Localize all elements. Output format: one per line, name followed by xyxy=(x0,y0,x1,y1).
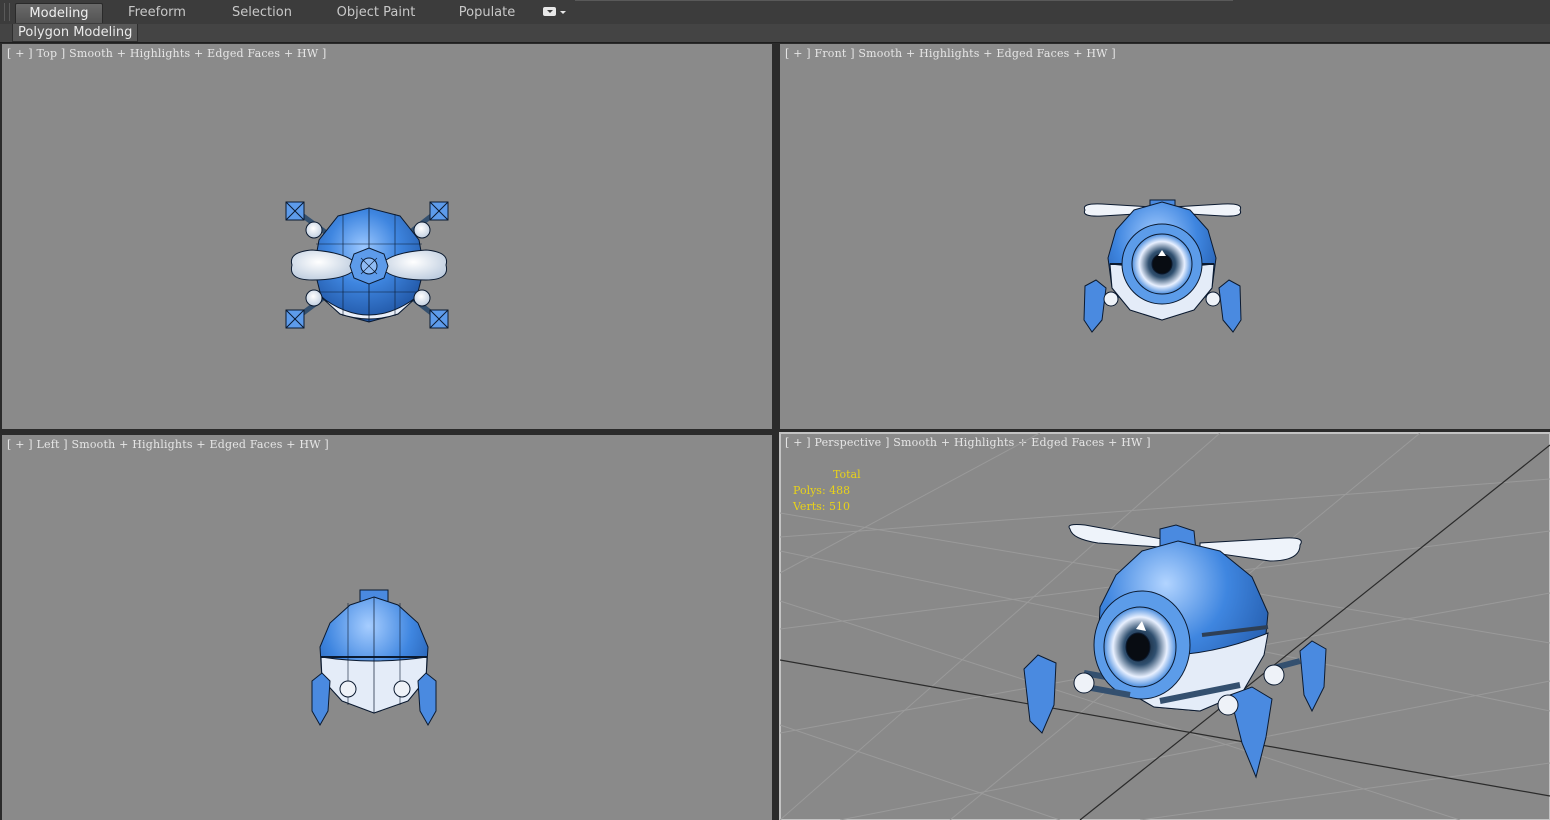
model-left-view xyxy=(311,589,437,727)
viewport-perspective[interactable]: [ + ] Perspective ] Smooth + Highlights … xyxy=(779,432,1550,820)
tab-modeling[interactable]: Modeling xyxy=(15,3,103,23)
ribbon-tab-bar: Modeling Freeform Selection Object Paint… xyxy=(0,0,1550,25)
tab-populate[interactable]: Populate xyxy=(450,3,524,22)
viewport-front[interactable]: [ + ] Front ] Smooth + Highlights + Edge… xyxy=(780,44,1550,429)
tab-freeform[interactable]: Freeform xyxy=(118,3,196,22)
viewport-left[interactable]: [ + ] Left ] Smooth + Highlights + Edged… xyxy=(2,435,772,820)
robot-model xyxy=(1023,524,1327,779)
viewport-top[interactable]: [ + ] Top ] Smooth + Highlights + Edged … xyxy=(2,44,772,429)
perspective-scene xyxy=(780,433,1550,820)
panel-polygon-modeling[interactable]: Polygon Modeling xyxy=(12,24,139,42)
ribbon-grip-handle[interactable] xyxy=(4,3,10,21)
model-front-view xyxy=(1083,199,1242,333)
tab-object-paint[interactable]: Object Paint xyxy=(330,3,422,22)
ribbon-divider xyxy=(575,0,1233,1)
tab-selection[interactable]: Selection xyxy=(222,3,302,22)
model-top-view xyxy=(285,201,449,329)
dropdown-options-icon[interactable] xyxy=(543,7,567,19)
ribbon-panel-strip: Polygon Modeling xyxy=(0,24,1550,43)
